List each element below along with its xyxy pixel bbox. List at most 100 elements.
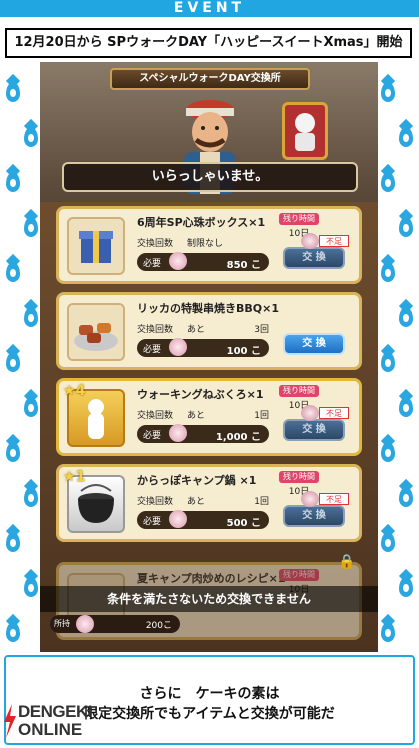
publisher-logo: DENGEKI ONLINE [4, 702, 134, 746]
cake-icon [301, 233, 319, 249]
shop-item-card[interactable]: ★1 からっぽキャンプ鍋 ×1 交換回数 あと 1回 必要 500 こ 残り時間… [56, 464, 362, 542]
pot-icon: ★1 [63, 469, 125, 533]
time-left-badge: 残り時間 [279, 569, 319, 581]
exchange-count-row: 交換回数 制限なし [137, 236, 269, 250]
need-label: 必要 [143, 345, 162, 355]
character-portrait [282, 102, 328, 160]
headline: 12月20日から SPウォークDAY「ハッピースイートXmas」開始 [14, 35, 403, 50]
owned-value: 200こ [145, 621, 172, 631]
drop-icon [6, 532, 20, 552]
cake-icon [169, 338, 187, 356]
shop-item-card[interactable]: 6周年SP心珠ボックス×1 交換回数 制限なし 必要 850 こ 残り時間 10… [56, 206, 362, 284]
logo-text: DENGEKI [18, 702, 92, 721]
drop-icon [24, 217, 38, 237]
lightning-icon [4, 704, 16, 738]
need-label: 必要 [143, 517, 162, 527]
price-row: 必要 850 こ [137, 252, 269, 271]
exchange-count-row: 交換回数 あと 1回 [137, 494, 269, 508]
drop-icon [6, 262, 20, 282]
time-left-badge: 残り時間 [279, 471, 319, 483]
item-name: 6周年SP心珠ボックス×1 [137, 216, 266, 229]
item-name: リッカの特製串焼きBBQ×1 [137, 302, 279, 315]
exchange-limit: 制限なし [187, 239, 224, 249]
item-name: ウォーキングねぶくろ×1 [137, 388, 264, 401]
drop-icon [399, 307, 413, 327]
owned-currency-bar: 所持 200こ [50, 615, 180, 633]
drop-icon [399, 217, 413, 237]
price-row: 必要 100 こ [137, 338, 269, 357]
insufficient-badge: 不足 [319, 235, 349, 247]
game-screen: スペシャルウォークDAY交換所 いらっしゃいませ。 6周年SP心珠ボックス×1 … [40, 62, 378, 652]
price-value: 100 こ [226, 346, 261, 357]
drop-icon [399, 577, 413, 597]
price-value: 1,000 こ [215, 432, 261, 443]
drop-icon [381, 622, 395, 642]
exchange-limit: あと [187, 497, 206, 507]
cake-icon [169, 510, 187, 528]
greeting-box: いらっしゃいませ。 [62, 162, 358, 192]
exchange-count-label: 交換回数 [137, 411, 174, 421]
insufficient-badge: 不足 [319, 407, 349, 419]
exchange-button[interactable]: 交 換 [283, 505, 345, 527]
owned-label: 所持 [54, 619, 70, 628]
drop-icon [381, 172, 395, 192]
drop-icon [24, 577, 38, 597]
drop-icon [381, 352, 395, 372]
need-label: 必要 [143, 259, 162, 269]
locked-warning-text: 条件を満たさないため交換できません [107, 592, 311, 606]
cake-icon [169, 424, 187, 442]
exchange-limit: あと [187, 411, 206, 421]
shop-item-card[interactable]: リッカの特製串焼きBBQ×1 交換回数 あと 3回 必要 100 こ 交 換 [56, 292, 362, 370]
cake-icon [301, 491, 319, 507]
need-label: 必要 [143, 431, 162, 441]
shop-title: スペシャルウォークDAY交換所 [139, 73, 281, 84]
exchange-remaining: 3回 [254, 325, 269, 335]
price-value: 850 こ [226, 260, 261, 271]
logo-subtext: ONLINE [18, 720, 83, 739]
greeting-text: いらっしゃいませ。 [151, 169, 269, 184]
drop-icon [399, 487, 413, 507]
drop-icon [381, 532, 395, 552]
exchange-button[interactable]: 交 換 [283, 333, 345, 355]
price-row: 必要 1,000 こ [137, 424, 269, 443]
shop-title-plate: スペシャルウォークDAY交換所 [110, 68, 310, 90]
star-rank-icon: ★4 [63, 383, 86, 399]
cake-icon [169, 252, 187, 270]
drop-icon [24, 487, 38, 507]
drop-icon [381, 262, 395, 282]
skewer-icon [67, 303, 125, 361]
insufficient-badge: 不足 [319, 493, 349, 505]
knight-icon [295, 113, 315, 151]
drop-icon [24, 307, 38, 327]
gift-box-icon [67, 217, 125, 275]
cake-icon [301, 405, 319, 421]
locked-warning-bar: 条件を満たさないため交換できません [40, 586, 378, 612]
drop-icon [399, 127, 413, 147]
exchange-remaining: 1回 [254, 411, 269, 421]
left-drop-pattern [0, 62, 40, 652]
drop-icon [24, 397, 38, 417]
headline-box: 12月20日から SPウォークDAY「ハッピースイートXmas」開始 [5, 28, 412, 58]
time-left-badge: 残り時間 [279, 385, 319, 397]
star-rank-icon: ★1 [63, 469, 86, 485]
drop-icon [24, 127, 38, 147]
item-name: からっぽキャンプ鍋 ×1 [137, 474, 257, 487]
exchange-button[interactable]: 交 換 [283, 247, 345, 269]
exchange-count-label: 交換回数 [137, 239, 174, 249]
shop-item-card[interactable]: ★4 ウォーキングねぶくろ×1 交換回数 あと 1回 必要 1,000 こ 残り… [56, 378, 362, 456]
exchange-count-row: 交換回数 あと 1回 [137, 408, 269, 422]
item-name: 夏キャンプ肉炒めのレシピ×1 [137, 572, 286, 585]
sleeping-bag-icon: ★4 [63, 383, 125, 447]
drop-icon [381, 442, 395, 462]
drop-icon [6, 82, 20, 102]
drop-icon [399, 397, 413, 417]
drop-icon [6, 172, 20, 192]
exchange-count-label: 交換回数 [137, 497, 174, 507]
time-left-badge: 残り時間 [279, 213, 319, 225]
exchange-limit: あと [187, 325, 206, 335]
drop-icon [6, 352, 20, 372]
lock-icon: 🔒 [338, 554, 356, 570]
exchange-button[interactable]: 交 換 [283, 419, 345, 441]
right-drop-pattern [379, 62, 419, 652]
drop-icon [6, 442, 20, 462]
